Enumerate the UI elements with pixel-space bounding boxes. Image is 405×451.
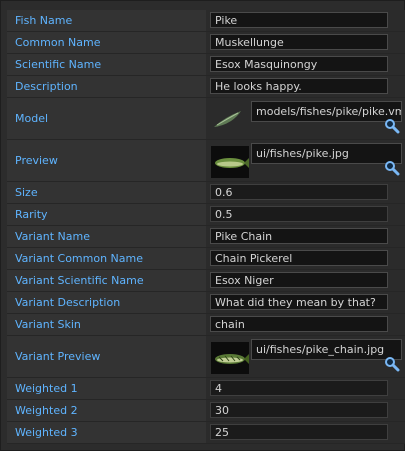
variant-preview-path-input[interactable]: ui/fishes/pike_chain.jpg	[251, 339, 402, 360]
weighted-1-label: Weighted 1	[7, 378, 206, 400]
row-variant-preview: Variant Preview ui/fishes/pike_chain.jpg	[7, 336, 405, 378]
variant-scientific-name-cell: Esox Niger	[206, 270, 405, 292]
rarity-label: Rarity	[7, 204, 206, 226]
model-path-input[interactable]: models/fishes/pike/pike.vmdl	[251, 101, 402, 122]
variant-scientific-name-input[interactable]: Esox Niger	[210, 272, 388, 288]
variant-common-name-cell: Chain Pickerel	[206, 248, 405, 270]
row-variant-scientific-name: Variant Scientific Name Esox Niger	[7, 270, 405, 292]
row-size: Size 0.6	[7, 182, 405, 204]
fish-name-label: Fish Name	[7, 10, 206, 32]
scientific-name-input[interactable]: Esox Masquinongy	[210, 56, 388, 72]
row-weighted-2: Weighted 2 30	[7, 400, 405, 422]
rarity-input[interactable]: 0.5	[210, 206, 388, 222]
row-preview: Preview ui/fishes/pike.jpg	[7, 140, 405, 182]
row-rarity: Rarity 0.5	[7, 204, 405, 226]
variant-skin-input[interactable]: chain	[210, 316, 388, 332]
magnifier-icon[interactable]	[384, 160, 400, 176]
variant-name-cell: Pike Chain	[206, 226, 405, 248]
row-scientific-name: Scientific Name Esox Masquinongy	[7, 54, 405, 76]
size-input[interactable]: 0.6	[210, 184, 388, 200]
variant-name-label: Variant Name	[7, 226, 206, 248]
property-grid: Fish Name Pike Common Name Muskellunge S…	[0, 0, 405, 451]
weighted-3-label: Weighted 3	[7, 422, 206, 444]
rarity-cell: 0.5	[206, 204, 405, 226]
common-name-input[interactable]: Muskellunge	[210, 34, 388, 50]
description-cell: He looks happy.	[206, 76, 405, 98]
weighted-2-cell: 30	[206, 400, 405, 422]
fish-model-icon	[214, 111, 241, 127]
size-cell: 0.6	[206, 182, 405, 204]
row-variant-skin: Variant Skin chain	[7, 314, 405, 336]
magnifier-icon[interactable]	[384, 118, 400, 134]
size-label: Size	[7, 182, 206, 204]
fish-name-cell: Pike	[206, 10, 405, 32]
row-description: Description He looks happy.	[7, 76, 405, 98]
weighted-2-input[interactable]: 30	[210, 402, 388, 418]
model-cell: models/fishes/pike/pike.vmdl	[206, 98, 405, 140]
weighted-3-cell: 25	[206, 422, 405, 444]
variant-preview-cell: ui/fishes/pike_chain.jpg	[206, 336, 405, 378]
weighted-3-input[interactable]: 25	[210, 424, 388, 440]
fish-preview-image	[211, 146, 249, 178]
row-variant-name: Variant Name Pike Chain	[7, 226, 405, 248]
variant-common-name-input[interactable]: Chain Pickerel	[210, 250, 388, 266]
variant-description-cell: What did they mean by that?	[206, 292, 405, 314]
description-input[interactable]: He looks happy.	[210, 78, 388, 94]
row-common-name: Common Name Muskellunge	[7, 32, 405, 54]
variant-skin-label: Variant Skin	[7, 314, 206, 336]
variant-name-input[interactable]: Pike Chain	[210, 228, 388, 244]
row-weighted-3: Weighted 3 25	[7, 422, 405, 444]
model-label: Model	[7, 98, 206, 140]
variant-description-label: Variant Description	[7, 292, 206, 314]
common-name-label: Common Name	[7, 32, 206, 54]
row-fish-name: Fish Name Pike	[7, 10, 405, 32]
row-variant-description: Variant Description What did they mean b…	[7, 292, 405, 314]
weighted-1-input[interactable]: 4	[210, 380, 388, 396]
variant-description-input[interactable]: What did they mean by that?	[210, 294, 388, 310]
scientific-name-cell: Esox Masquinongy	[206, 54, 405, 76]
weighted-1-cell: 4	[206, 378, 405, 400]
preview-cell: ui/fishes/pike.jpg	[206, 140, 405, 182]
magnifier-icon[interactable]	[384, 356, 400, 372]
preview-path-input[interactable]: ui/fishes/pike.jpg	[251, 143, 402, 164]
description-label: Description	[7, 76, 206, 98]
scientific-name-label: Scientific Name	[7, 54, 206, 76]
variant-scientific-name-label: Variant Scientific Name	[7, 270, 206, 292]
common-name-cell: Muskellunge	[206, 32, 405, 54]
row-model: Model models/fishes/pike/pike.vmdl	[7, 98, 405, 140]
variant-skin-cell: chain	[206, 314, 405, 336]
variant-preview-label: Variant Preview	[7, 336, 206, 378]
fish-preview-image	[211, 342, 249, 374]
weighted-2-label: Weighted 2	[7, 400, 206, 422]
preview-label: Preview	[7, 140, 206, 182]
variant-common-name-label: Variant Common Name	[7, 248, 206, 270]
row-weighted-1: Weighted 1 4	[7, 378, 405, 400]
row-variant-common-name: Variant Common Name Chain Pickerel	[7, 248, 405, 270]
fish-name-input[interactable]: Pike	[210, 12, 388, 28]
